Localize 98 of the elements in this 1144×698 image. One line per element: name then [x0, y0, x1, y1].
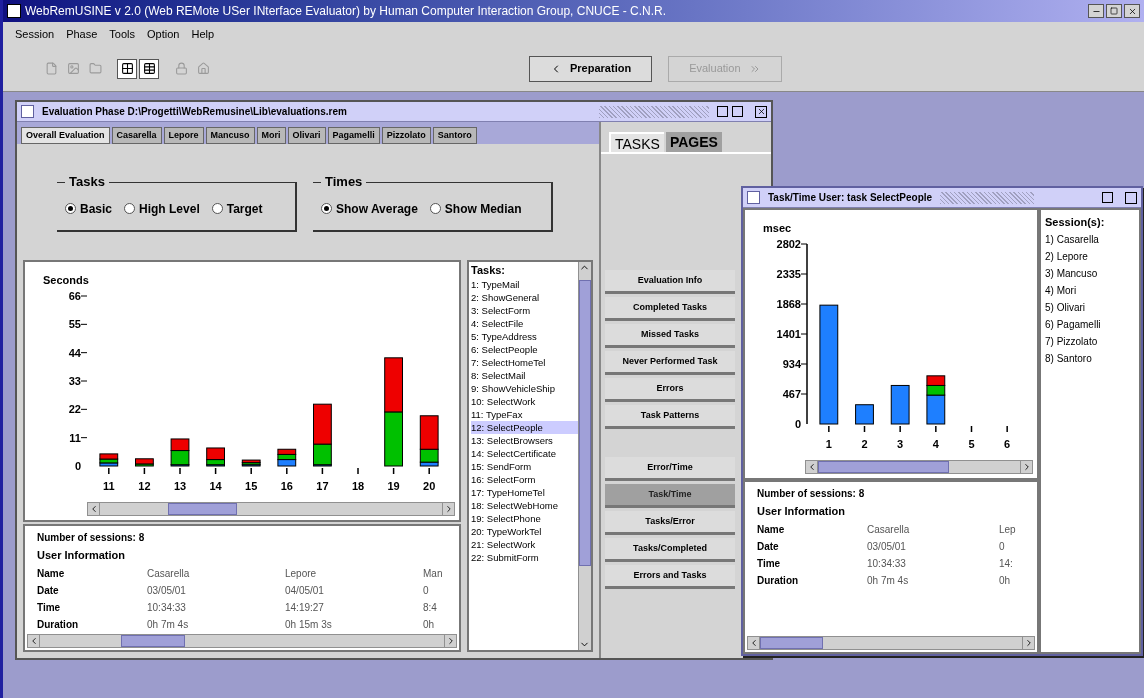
- info-heading: User Information: [757, 504, 846, 519]
- window-title: Evaluation Phase D:\Progetti\WebRemusine\Lib\evaluations.rem: [42, 105, 347, 119]
- sessions-count: Number of sessions: 8: [757, 487, 866, 501]
- info-value: 0: [999, 539, 1006, 554]
- x-tick-label: 12: [138, 480, 151, 492]
- info-label: Time: [37, 600, 62, 615]
- x-tick-label: 16: [280, 467, 293, 492]
- x-tick-label: 20: [423, 480, 436, 492]
- info-value: 04/05/01: [285, 583, 325, 598]
- y-tick-label: 33: [68, 375, 81, 387]
- x-tick-label: 18: [351, 467, 365, 492]
- x-tick-label: 19: [387, 480, 400, 492]
- x-tick-label: 12: [138, 467, 151, 492]
- y-tick-label: 33: [68, 375, 88, 387]
- x-tick-label: 18: [351, 480, 365, 492]
- x-tick-label: 6: [1004, 438, 1011, 450]
- info-label: Date: [757, 539, 780, 554]
- x-tick-label: 14: [209, 480, 223, 492]
- y-tick-label: 55: [68, 318, 81, 331]
- info-value: 14:: [999, 556, 1014, 571]
- y-tick-label: 934: [782, 358, 808, 370]
- x-tick-label: 14: [209, 467, 222, 492]
- y-tick-label: 1868: [776, 298, 801, 310]
- window-title: Task/Time User: task SelectPeople: [768, 191, 933, 205]
- y-tick-label: 66: [68, 290, 88, 302]
- y-tick-label: 22: [68, 403, 88, 416]
- info-label: Duration: [757, 573, 800, 588]
- axis-title: Seconds: [43, 274, 89, 286]
- x-tick-label: 15: [245, 480, 258, 492]
- x-tick-label: 11: [103, 467, 115, 492]
- x-tick-label: 17: [316, 467, 329, 492]
- x-tick-label: 5: [968, 425, 975, 450]
- x-tick-label: 13: [173, 480, 187, 492]
- info-value: 0h: [999, 573, 1012, 588]
- app-title: WebRemUSINE v 2.0 (Web REMote USer INterface Evaluator) by Human Computer Interaction Group, CNUCE - C.N.R.: [25, 3, 667, 20]
- info-value: 03/05/01: [147, 583, 187, 598]
- info-value: 10:34:33: [867, 556, 907, 571]
- y-tick-label: 44: [68, 346, 88, 359]
- info-value: 0h 7m 4s: [867, 573, 910, 588]
- y-tick-label: 2335: [776, 268, 808, 280]
- x-tick-label: 16: [280, 480, 293, 492]
- y-tick-label: 934: [782, 358, 802, 370]
- x-tick-label: 15: [245, 467, 258, 492]
- list-title: Tasks:: [471, 263, 507, 278]
- x-tick-label: 19: [387, 467, 400, 492]
- y-tick-label: 22: [68, 403, 81, 416]
- y-tick-label: 1868: [776, 298, 808, 310]
- group-title: Tasks: [68, 173, 106, 192]
- list-title: Session(s):: [1045, 215, 1106, 230]
- info-label: Date: [37, 583, 60, 598]
- x-tick-label: 6: [1004, 425, 1011, 450]
- axis-title: msec: [763, 222, 792, 234]
- info-value: Lepore: [285, 566, 318, 581]
- x-tick-label: 2: [861, 425, 868, 450]
- info-value: 10:34:33: [147, 600, 187, 615]
- y-tick-label: 66: [68, 290, 81, 302]
- info-value: 03/05/01: [867, 539, 907, 554]
- info-value: Man: [423, 566, 444, 581]
- x-tick-label: 1: [825, 425, 832, 450]
- x-tick-label: 1: [825, 438, 832, 450]
- x-tick-label: 13: [173, 467, 187, 492]
- y-tick-label: 467: [782, 388, 801, 400]
- x-tick-label: 11: [102, 480, 115, 492]
- info-value: Casarella: [867, 522, 911, 537]
- info-label: Duration: [37, 617, 80, 632]
- info-value: 0h: [423, 617, 436, 632]
- info-value: 14:19:27: [285, 600, 325, 615]
- y-tick-label: 467: [782, 388, 808, 400]
- y-tick-label: 44: [68, 346, 82, 359]
- x-tick-label: 3: [897, 425, 904, 450]
- y-tick-label: 1401: [776, 328, 808, 340]
- y-tick-label: 0: [74, 460, 81, 472]
- y-tick-label: 11: [69, 431, 88, 444]
- x-tick-label: 4: [932, 425, 939, 450]
- y-tick-label: 2802: [776, 238, 808, 250]
- info-value: Casarella: [147, 566, 191, 581]
- x-tick-label: 17: [316, 480, 329, 492]
- info-label: Name: [757, 522, 786, 537]
- x-tick-label: 4: [932, 438, 940, 450]
- y-tick-label: 0: [794, 418, 801, 430]
- y-tick-label: 55: [68, 318, 88, 331]
- x-tick-label: 20: [423, 467, 436, 492]
- info-label: Name: [37, 566, 66, 581]
- x-tick-label: 3: [897, 438, 904, 450]
- info-heading: User Information: [37, 548, 126, 563]
- info-value: 0: [423, 583, 430, 598]
- info-value: Lep: [999, 522, 1017, 537]
- info-label: Time: [757, 556, 782, 571]
- group-title: Times: [324, 173, 364, 192]
- x-tick-label: 5: [968, 438, 975, 450]
- y-tick-label: 2802: [776, 238, 801, 250]
- info-value: 8:4: [423, 600, 438, 615]
- info-value: 0h 7m 4s: [147, 617, 190, 632]
- y-tick-label: 2335: [776, 268, 801, 280]
- sessions-count: Number of sessions: 8: [37, 531, 146, 545]
- y-tick-label: 1401: [776, 328, 801, 340]
- info-value: 0h 15m 3s: [285, 617, 333, 632]
- x-tick-label: 2: [861, 438, 868, 450]
